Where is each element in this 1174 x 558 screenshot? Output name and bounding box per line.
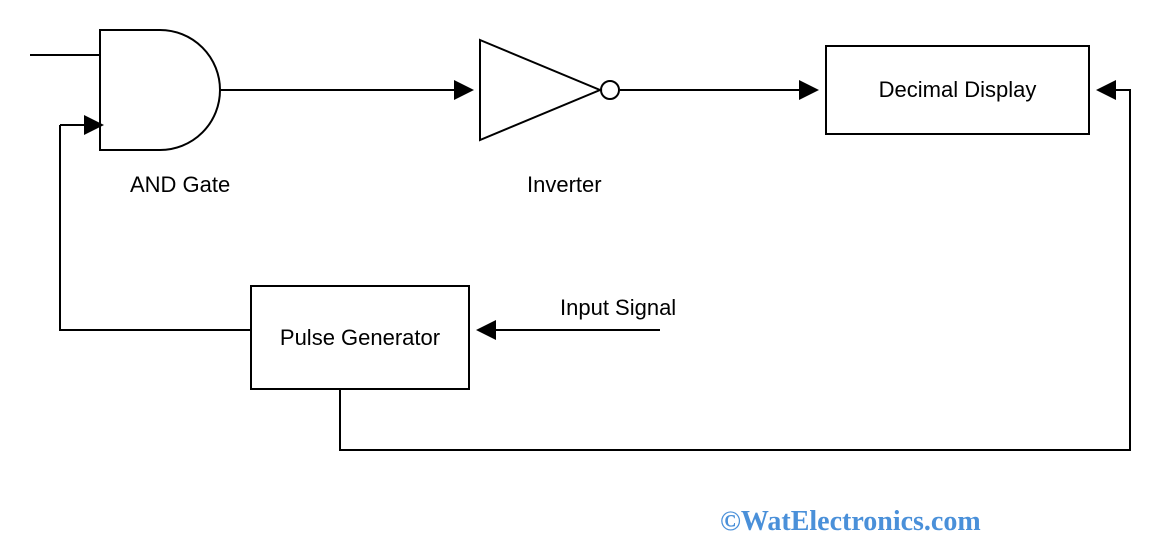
inverter-label: Inverter bbox=[527, 172, 602, 198]
and-gate-label: AND Gate bbox=[130, 172, 230, 198]
feedback-wire bbox=[340, 90, 1130, 450]
input-signal-label: Input Signal bbox=[560, 295, 676, 321]
inverter-shape bbox=[480, 40, 600, 140]
pulse-generator-block: Pulse Generator bbox=[250, 285, 470, 390]
watermark-text: ©WatElectronics.com bbox=[720, 506, 981, 538]
circuit-diagram: AND Gate Inverter Decimal Display Pulse … bbox=[0, 0, 1174, 558]
pulse-to-and-wire bbox=[60, 125, 250, 330]
decimal-display-label: Decimal Display bbox=[879, 77, 1037, 103]
pulse-generator-label: Pulse Generator bbox=[280, 325, 440, 351]
decimal-display-block: Decimal Display bbox=[825, 45, 1090, 135]
and-gate-shape bbox=[100, 30, 220, 150]
inverter-bubble bbox=[601, 81, 619, 99]
